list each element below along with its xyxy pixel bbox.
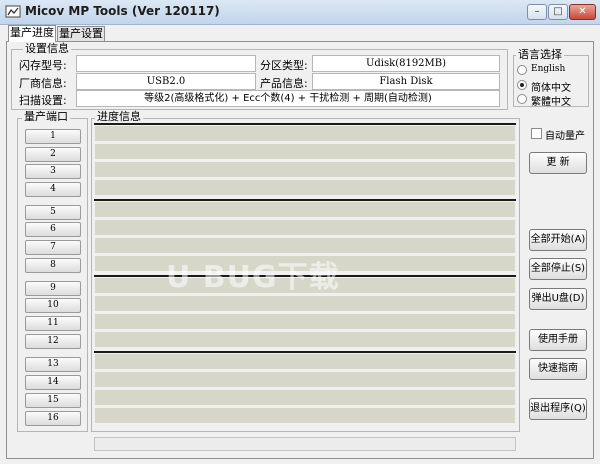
maximize-icon: □ <box>553 6 563 17</box>
port-button-6[interactable]: 6 <box>25 222 81 237</box>
eject-usb-button[interactable]: 弹出U盘(D) <box>529 288 587 310</box>
refresh-button[interactable]: 更 新 <box>529 152 587 174</box>
port-group-divider <box>94 199 516 201</box>
vendor-info-label: 厂商信息: <box>19 77 67 90</box>
quick-guide-button[interactable]: 快速指南 <box>529 358 587 380</box>
maximize-button[interactable]: □ <box>548 4 568 20</box>
progress-bar-4 <box>95 180 515 196</box>
port-button-16[interactable]: 16 <box>25 411 81 426</box>
tab-settings[interactable]: 量产设置 <box>57 26 105 41</box>
port-button-8[interactable]: 8 <box>25 258 81 273</box>
progress-bar-12 <box>95 332 515 348</box>
port-button-10[interactable]: 10 <box>25 298 81 313</box>
app-icon <box>5 4 21 19</box>
minimize-button[interactable]: – <box>527 4 547 20</box>
port-button-12[interactable]: 12 <box>25 334 81 349</box>
settings-info-title: 设置信息 <box>23 42 71 55</box>
ports-title: 量产端口 <box>22 110 70 123</box>
language-title: 语言选择 <box>516 48 564 61</box>
flash-model-field <box>76 55 256 72</box>
language-label-english: English <box>531 64 566 74</box>
progress-bar-16 <box>95 408 515 424</box>
watermark-logo: U BUG下载 <box>166 260 340 295</box>
product-info-field: Flash Disk <box>312 73 500 90</box>
user-manual-button[interactable]: 使用手册 <box>529 329 587 351</box>
product-info-label: 产品信息: <box>260 77 308 90</box>
auto-production-check[interactable] <box>531 128 542 139</box>
progress-bar-6 <box>95 220 515 236</box>
port-button-1[interactable]: 1 <box>25 129 81 144</box>
language-option-traditional[interactable]: 繁體中文 <box>517 93 587 108</box>
language-label-traditional: 繁體中文 <box>531 97 571 108</box>
tab-progress[interactable]: 量产进度 <box>8 25 56 42</box>
port-button-15[interactable]: 15 <box>25 393 81 408</box>
progress-bar-13 <box>95 354 515 370</box>
close-icon: ✕ <box>578 6 587 17</box>
auto-production-label: 自动量产 <box>545 131 585 142</box>
port-button-13[interactable]: 13 <box>25 357 81 372</box>
radio-traditional-chinese[interactable] <box>517 94 527 104</box>
scan-settings-field: 等级2(高级格式化) + Ecc个数(4) + 干扰检测 + 周期(自动检测) <box>76 90 500 107</box>
port-button-7[interactable]: 7 <box>25 240 81 255</box>
radio-simplified-chinese[interactable] <box>517 80 527 90</box>
status-bar <box>94 437 516 451</box>
progress-bar-14 <box>95 372 515 388</box>
stop-all-button[interactable]: 全部停止(S) <box>529 258 587 280</box>
progress-bar-2 <box>95 144 515 160</box>
progress-bar-5 <box>95 202 515 218</box>
start-all-button[interactable]: 全部开始(A) <box>529 229 587 251</box>
port-button-4[interactable]: 4 <box>25 182 81 197</box>
progress-bar-15 <box>95 390 515 406</box>
progress-bar-3 <box>95 162 515 178</box>
flash-model-label: 闪存型号: <box>19 59 67 72</box>
radio-english[interactable] <box>517 65 527 75</box>
title-bar[interactable]: Micov MP Tools (Ver 120117) – □ ✕ <box>0 0 600 25</box>
progress-bar-11 <box>95 314 515 330</box>
progress-bar-1 <box>95 126 515 142</box>
port-button-3[interactable]: 3 <box>25 164 81 179</box>
partition-type-field: Udisk(8192MB) <box>312 55 500 72</box>
port-button-14[interactable]: 14 <box>25 375 81 390</box>
language-label-simplified: 简体中文 <box>531 83 571 94</box>
vendor-info-field: USB2.0 <box>76 73 256 90</box>
close-button[interactable]: ✕ <box>569 4 596 20</box>
progress-title: 进度信息 <box>95 110 143 123</box>
language-option-simplified[interactable]: 简体中文 <box>517 79 587 94</box>
port-button-9[interactable]: 9 <box>25 281 81 296</box>
port-button-5[interactable]: 5 <box>25 205 81 220</box>
minimize-icon: – <box>534 6 540 17</box>
partition-type-label: 分区类型: <box>260 59 308 72</box>
port-button-11[interactable]: 11 <box>25 316 81 331</box>
port-group-divider <box>94 123 516 125</box>
progress-bar-10 <box>95 296 515 312</box>
window-title: Micov MP Tools (Ver 120117) <box>25 4 220 18</box>
scan-settings-label: 扫描设置: <box>19 94 67 107</box>
language-option-english[interactable]: English <box>517 64 587 76</box>
exit-button[interactable]: 退出程序(Q) <box>529 398 587 420</box>
port-button-2[interactable]: 2 <box>25 147 81 162</box>
port-group-divider <box>94 351 516 353</box>
auto-production-checkbox[interactable]: 自动量产 <box>531 127 600 142</box>
